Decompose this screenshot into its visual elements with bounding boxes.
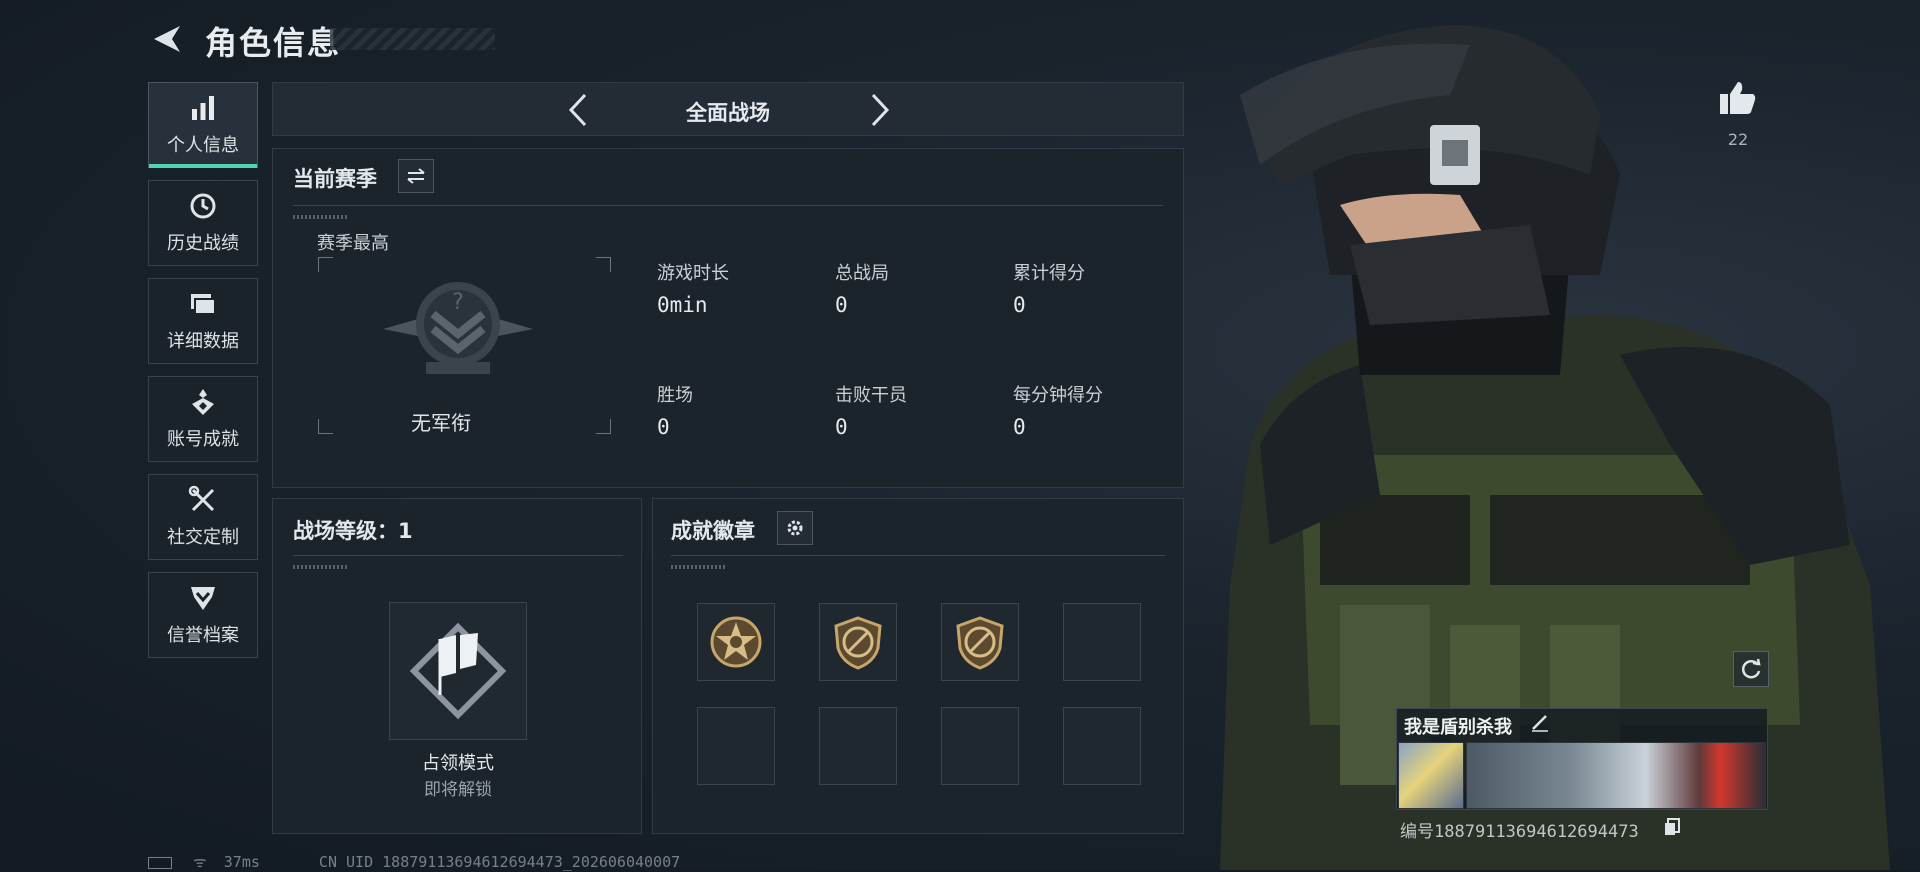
stat-label: 总战局 — [835, 263, 889, 284]
thumbs-up-icon[interactable] — [1718, 78, 1758, 118]
battlefield-level-panel: 战场等级：1 占领模式 即将解锁 — [272, 498, 642, 834]
season-title: 当前赛季 — [293, 167, 377, 191]
page-title: 角色信息 — [205, 24, 342, 62]
copy-icon[interactable] — [1664, 818, 1680, 836]
wifi-icon: ᯤ — [193, 853, 207, 871]
badge-slot-empty[interactable] — [1063, 707, 1141, 785]
badge-slot[interactable] — [941, 603, 1019, 681]
bar-chart-icon — [192, 96, 214, 120]
sidebar-item-social[interactable]: 社交定制 — [148, 474, 258, 560]
sidebar-item-label: 信誉档案 — [167, 625, 239, 646]
stat-value: 0 — [835, 415, 848, 439]
stat-label: 击败干员 — [835, 385, 907, 406]
achievement-badges-panel: 成就徽章 — [652, 498, 1184, 834]
season-switch-button[interactable] — [398, 159, 434, 193]
frame-corner — [318, 257, 333, 272]
stat-label: 游戏时长 — [657, 263, 729, 284]
stat-value: 0 — [1013, 293, 1026, 317]
battlefield-level-title: 战场等级：1 — [293, 519, 413, 543]
season-panel: 当前赛季 赛季最高 ? 无军衔 游戏时长 0min 总战局 0 累计得分 0 胜… — [272, 148, 1184, 488]
badge-settings-button[interactable] — [777, 511, 813, 545]
divider — [293, 205, 1163, 206]
uid-footer: CN UID 1887911369461269447З_202606040007 — [318, 853, 681, 871]
svg-text:?: ? — [452, 290, 464, 315]
frame-corner — [596, 419, 611, 434]
star-badge-icon — [710, 616, 762, 668]
battery-icon — [148, 856, 172, 869]
rank-name: 无军衔 — [411, 411, 471, 435]
divider — [671, 555, 1165, 556]
player-name: 我是盾别杀我 — [1404, 717, 1512, 738]
sidebar-item-label: 账号成就 — [167, 429, 239, 450]
sidebar-item-label: 历史战绩 — [167, 233, 239, 254]
decoration-tag — [293, 215, 347, 219]
ping-value: 37ms — [223, 853, 260, 871]
achievement-medal-icon — [192, 389, 214, 415]
stat-value: 0 — [657, 415, 670, 439]
history-clock-icon — [190, 193, 216, 219]
like-count: 22 — [1727, 130, 1749, 149]
refresh-icon — [1741, 658, 1761, 679]
status-bar: ᯤ 37ms CN UID 1887911369461269447З_20260… — [148, 852, 680, 872]
badge-slot-empty[interactable] — [941, 707, 1019, 785]
season-best-label: 赛季最高 — [317, 233, 389, 254]
stat-label: 胜场 — [657, 385, 693, 406]
player-uid: 编号1887911369461269447З — [1400, 822, 1639, 842]
badge-slot-empty[interactable] — [697, 707, 775, 785]
gear-icon — [787, 520, 803, 536]
refresh-button[interactable] — [1733, 651, 1769, 687]
badge-slot[interactable] — [697, 603, 775, 681]
sidebar-item-detailed-data[interactable]: 详细数据 — [148, 278, 258, 364]
divider — [293, 555, 623, 556]
decoration-tag — [671, 565, 725, 569]
sidebar-item-label: 详细数据 — [167, 331, 239, 352]
reputation-shield-icon — [191, 587, 215, 610]
sidebar-item-history[interactable]: 历史战绩 — [148, 180, 258, 266]
mode-label: 全面战场 — [686, 101, 770, 125]
sidebar-item-label: 个人信息 — [167, 135, 239, 156]
mode-icon-frame — [389, 602, 527, 740]
folder-stack-icon — [191, 294, 216, 315]
swap-icon — [407, 168, 425, 184]
sidebar-item-label: 社交定制 — [167, 527, 239, 548]
frame-corner — [318, 419, 333, 434]
stat-value: 0 — [1013, 415, 1026, 439]
decoration-tag — [293, 565, 347, 569]
profile-banner[interactable] — [1466, 742, 1766, 809]
badge-slot[interactable] — [819, 603, 897, 681]
sidebar-item-reputation[interactable]: 信誉档案 — [148, 572, 258, 658]
mode-name: 占领模式 — [422, 753, 494, 774]
frame-corner — [596, 257, 611, 272]
mode-status: 即将解锁 — [424, 780, 492, 800]
sidebar-item-achievements[interactable]: 账号成就 — [148, 376, 258, 462]
flag-capture-icon — [409, 622, 507, 720]
rank-emblem-icon: ? — [383, 282, 533, 374]
stat-value: 0 — [835, 293, 848, 317]
no-knife-badge-icon — [834, 616, 882, 670]
chevron-right-icon[interactable] — [865, 91, 895, 129]
badge-slot-empty[interactable] — [819, 707, 897, 785]
mode-selector: 全面战场 — [272, 82, 1184, 136]
stat-value: 0min — [657, 293, 708, 317]
title-decoration — [330, 28, 495, 50]
back-arrow-icon[interactable] — [150, 22, 184, 56]
tools-icon — [188, 485, 215, 512]
stat-label: 累计得分 — [1013, 263, 1085, 284]
no-knife-badge-icon — [956, 616, 1004, 670]
sidebar-item-personal-info[interactable]: 个人信息 — [148, 82, 258, 168]
badge-slot-empty[interactable] — [1063, 603, 1141, 681]
badges-title: 成就徽章 — [671, 519, 755, 543]
avatar-portrait[interactable] — [1398, 742, 1464, 809]
edit-pencil-icon[interactable] — [1530, 712, 1550, 732]
stat-label: 每分钟得分 — [1013, 385, 1103, 406]
